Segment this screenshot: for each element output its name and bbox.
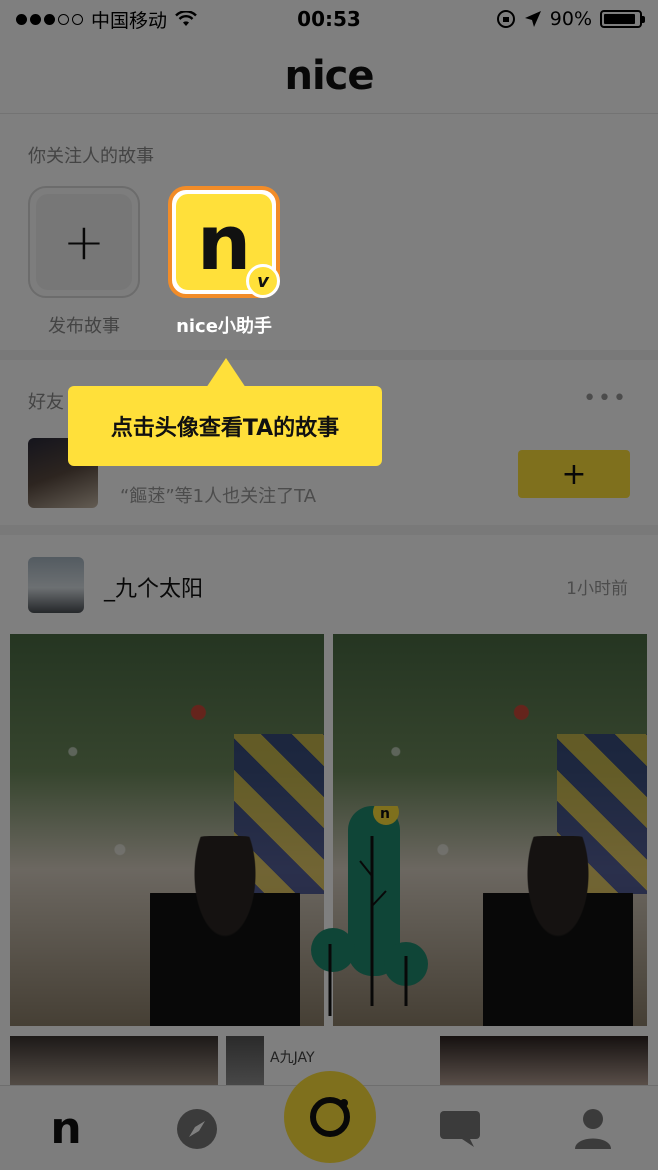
nice-helper-avatar[interactable]: n v: [168, 186, 280, 298]
verified-badge-icon: v: [246, 264, 280, 298]
tutorial-overlay[interactable]: [0, 0, 658, 1170]
tutorial-tooltip[interactable]: 点击头像查看TA的故事: [68, 358, 382, 466]
story-nice-helper[interactable]: n v nice小助手: [168, 186, 280, 338]
story-label: nice小助手: [176, 316, 272, 337]
